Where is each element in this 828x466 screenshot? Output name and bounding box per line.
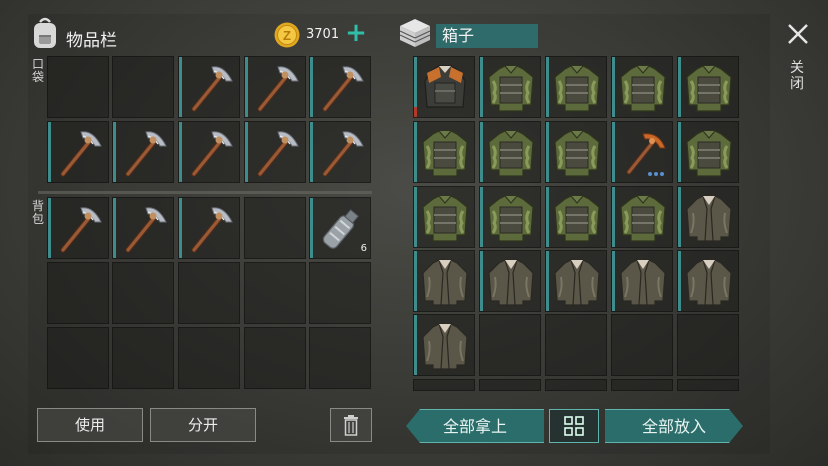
container-slot[interactable] — [545, 314, 607, 376]
container-slot[interactable] — [413, 121, 475, 183]
backpack-slot[interactable] — [244, 262, 306, 324]
pocket-slot[interactable] — [178, 121, 240, 183]
container-slot[interactable] — [479, 314, 541, 376]
backpack-slot[interactable] — [244, 197, 306, 259]
durability-bar — [414, 107, 417, 117]
container-slot[interactable] — [611, 121, 673, 183]
quality-dots — [648, 172, 664, 176]
container-slot[interactable] — [545, 379, 607, 391]
use-button[interactable]: 使用 — [37, 408, 143, 442]
coin-icon: Z — [274, 22, 300, 48]
container-slot[interactable] — [413, 250, 475, 312]
pocket-slot[interactable] — [112, 121, 174, 183]
backpack-slot[interactable]: 6 — [309, 197, 371, 259]
container-slot[interactable] — [611, 379, 673, 391]
coin-count: 3701 — [306, 27, 340, 42]
pocket-slot[interactable] — [112, 56, 174, 118]
pocket-slot[interactable] — [309, 121, 371, 183]
backpack-slot[interactable] — [47, 262, 109, 324]
pocket-slot[interactable] — [244, 121, 306, 183]
backpack-slot[interactable] — [112, 262, 174, 324]
container-slot[interactable] — [545, 56, 607, 118]
container-slot[interactable] — [413, 56, 475, 118]
trash-button[interactable] — [330, 408, 372, 442]
close-icon[interactable] — [786, 22, 810, 46]
backpack-slot[interactable] — [112, 327, 174, 389]
inventory-title: 物品栏 — [66, 31, 117, 51]
container-slot[interactable] — [677, 250, 739, 312]
container-slot[interactable] — [611, 56, 673, 118]
container-slot[interactable] — [413, 314, 475, 376]
container-slot[interactable] — [479, 121, 541, 183]
backpack-slot[interactable] — [309, 327, 371, 389]
pocket-slot[interactable] — [244, 56, 306, 118]
container-slot[interactable] — [479, 56, 541, 118]
container-slot[interactable] — [413, 186, 475, 248]
svg-text:Z: Z — [283, 28, 291, 43]
container-slot[interactable] — [545, 250, 607, 312]
container-slot[interactable] — [479, 379, 541, 391]
backpack-slot[interactable] — [178, 262, 240, 324]
backpack-slot[interactable] — [47, 327, 109, 389]
container-slot[interactable] — [677, 379, 739, 391]
pocket-slot[interactable] — [47, 121, 109, 183]
backpack-slot[interactable] — [47, 197, 109, 259]
container-slot[interactable] — [611, 314, 673, 376]
backpack-label: 背包 — [32, 199, 45, 226]
container-slot[interactable] — [545, 121, 607, 183]
container-slot[interactable] — [611, 186, 673, 248]
take-all-button[interactable]: 全部拿上 — [406, 409, 544, 443]
pocket-slot[interactable] — [178, 56, 240, 118]
container-slot[interactable] — [677, 121, 739, 183]
backpack-slot[interactable] — [178, 327, 240, 389]
container-slot[interactable] — [479, 250, 541, 312]
add-coins-button[interactable]: + — [344, 20, 368, 46]
backpack-icon — [30, 16, 60, 50]
pocket-slot[interactable] — [47, 56, 109, 118]
box-icon — [398, 16, 432, 50]
container-slot[interactable] — [545, 186, 607, 248]
container-slot[interactable] — [413, 379, 475, 391]
container-slot[interactable] — [677, 186, 739, 248]
backpack-slot[interactable] — [112, 197, 174, 259]
container-slot[interactable] — [611, 250, 673, 312]
trash-icon — [344, 415, 358, 436]
container-slot[interactable] — [677, 314, 739, 376]
pocket-slot[interactable] — [309, 56, 371, 118]
backpack-slot[interactable] — [309, 262, 371, 324]
pocket-label: 口袋 — [32, 57, 45, 84]
backpack-slot[interactable] — [178, 197, 240, 259]
container-slot[interactable] — [479, 186, 541, 248]
backpack-slot[interactable] — [244, 327, 306, 389]
split-button[interactable]: 分开 — [150, 408, 256, 442]
put-all-button[interactable]: 全部放入 — [605, 409, 743, 443]
close-label[interactable]: 关闭 — [790, 60, 806, 92]
sort-button[interactable] — [549, 409, 599, 443]
grid-sort-icon — [564, 416, 584, 436]
container-title: 箱子 — [436, 24, 538, 48]
container-slot[interactable] — [677, 56, 739, 118]
item-quantity: 6 — [360, 243, 367, 254]
section-divider — [38, 191, 372, 194]
